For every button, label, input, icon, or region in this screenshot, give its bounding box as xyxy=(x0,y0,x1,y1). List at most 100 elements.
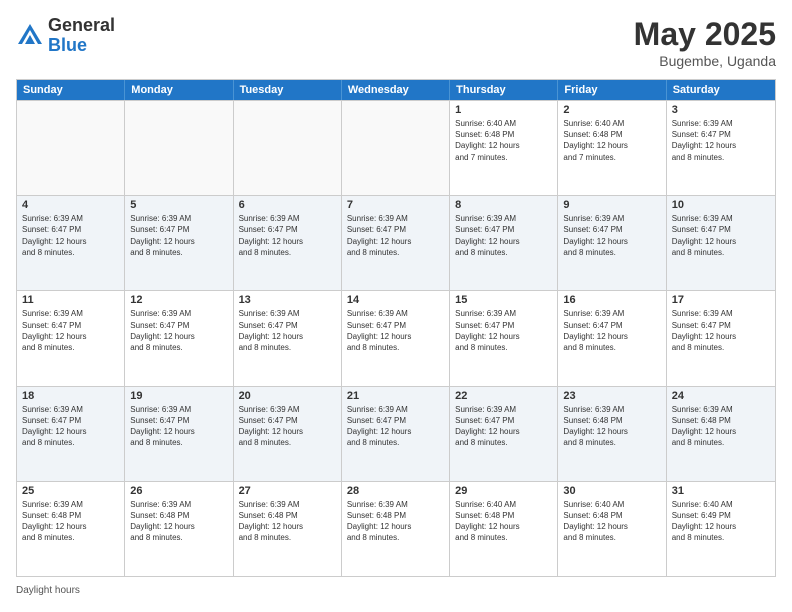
calendar-cell: 16 Sunrise: 6:39 AM Sunset: 6:47 PM Dayli… xyxy=(558,291,666,385)
day-info: Sunrise: 6:39 AM Sunset: 6:47 PM Dayligh… xyxy=(239,404,336,449)
calendar-cell: 20 Sunrise: 6:39 AM Sunset: 6:47 PM Dayli… xyxy=(234,387,342,481)
day-info: Sunrise: 6:40 AM Sunset: 6:49 PM Dayligh… xyxy=(672,499,770,544)
day-number: 11 xyxy=(22,294,119,306)
calendar-cell xyxy=(342,101,450,195)
day-info: Sunrise: 6:39 AM Sunset: 6:48 PM Dayligh… xyxy=(22,499,119,544)
day-number: 23 xyxy=(563,390,660,402)
calendar-cell: 3Sunrise: 6:39 AM Sunset: 6:47 PM Daylig… xyxy=(667,101,775,195)
day-number: 5 xyxy=(130,199,227,211)
day-info: Sunrise: 6:39 AM Sunset: 6:47 PM Dayligh… xyxy=(22,308,119,353)
logo-blue-text: Blue xyxy=(48,35,87,55)
calendar-header-cell: Wednesday xyxy=(342,80,450,100)
calendar-cell: 21Sunrise: 6:39 AM Sunset: 6:47 PM Dayli… xyxy=(342,387,450,481)
calendar-cell: 18 Sunrise: 6:39 AM Sunset: 6:47 PM Dayli… xyxy=(17,387,125,481)
day-info: Sunrise: 6:39 AM Sunset: 6:47 PM Dayligh… xyxy=(563,308,660,353)
header: General Blue May 2025 Bugembe, Uganda xyxy=(16,16,776,69)
calendar-header-cell: Friday xyxy=(558,80,666,100)
title-location: Bugembe, Uganda xyxy=(634,53,776,69)
calendar-row: 18 Sunrise: 6:39 AM Sunset: 6:47 PM Dayli… xyxy=(17,386,775,481)
day-number: 18 xyxy=(22,390,119,402)
day-info: Sunrise: 6:39 AM Sunset: 6:47 PM Dayligh… xyxy=(347,308,444,353)
logo-icon xyxy=(16,22,44,50)
day-info: Sunrise: 6:39 AM Sunset: 6:47 PM Dayligh… xyxy=(455,404,552,449)
day-info: Sunrise: 6:39 AM Sunset: 6:48 PM Dayligh… xyxy=(130,499,227,544)
day-info: Sunrise: 6:40 AM Sunset: 6:48 PM Dayligh… xyxy=(563,499,660,544)
calendar-header-cell: Monday xyxy=(125,80,233,100)
calendar-cell: 13 Sunrise: 6:39 AM Sunset: 6:47 PM Dayli… xyxy=(234,291,342,385)
calendar-row: 1 Sunrise: 6:40 AM Sunset: 6:48 PM Daylig… xyxy=(17,100,775,195)
day-number: 28 xyxy=(347,485,444,497)
calendar-header-cell: Saturday xyxy=(667,80,775,100)
day-info: Sunrise: 6:39 AM Sunset: 6:47 PM Dayligh… xyxy=(347,404,444,449)
day-number: 3 xyxy=(672,104,770,116)
calendar-cell: 30Sunrise: 6:40 AM Sunset: 6:48 PM Dayli… xyxy=(558,482,666,576)
day-number: 26 xyxy=(130,485,227,497)
day-info: Sunrise: 6:39 AM Sunset: 6:47 PM Dayligh… xyxy=(563,213,660,258)
day-number: 24 xyxy=(672,390,770,402)
day-info: Sunrise: 6:39 AM Sunset: 6:47 PM Dayligh… xyxy=(455,213,552,258)
day-info: Sunrise: 6:39 AM Sunset: 6:47 PM Dayligh… xyxy=(347,213,444,258)
calendar-cell: 12 Sunrise: 6:39 AM Sunset: 6:47 PM Dayli… xyxy=(125,291,233,385)
day-number: 8 xyxy=(455,199,552,211)
day-info: Sunrise: 6:40 AM Sunset: 6:48 PM Dayligh… xyxy=(455,499,552,544)
calendar-cell: 2 Sunrise: 6:40 AM Sunset: 6:48 PM Daylig… xyxy=(558,101,666,195)
calendar-cell: 25 Sunrise: 6:39 AM Sunset: 6:48 PM Dayli… xyxy=(17,482,125,576)
day-info: Sunrise: 6:39 AM Sunset: 6:48 PM Dayligh… xyxy=(347,499,444,544)
day-number: 4 xyxy=(22,199,119,211)
calendar-cell: 8 Sunrise: 6:39 AM Sunset: 6:47 PM Daylig… xyxy=(450,196,558,290)
title-block: May 2025 Bugembe, Uganda xyxy=(634,16,776,69)
day-number: 6 xyxy=(239,199,336,211)
day-number: 22 xyxy=(455,390,552,402)
calendar-header-cell: Thursday xyxy=(450,80,558,100)
calendar-cell: 14 Sunrise: 6:39 AM Sunset: 6:47 PM Dayli… xyxy=(342,291,450,385)
day-info: Sunrise: 6:40 AM Sunset: 6:48 PM Dayligh… xyxy=(563,118,660,163)
calendar-cell: 6 Sunrise: 6:39 AM Sunset: 6:47 PM Daylig… xyxy=(234,196,342,290)
logo-general-text: General xyxy=(48,15,115,35)
day-info: Sunrise: 6:40 AM Sunset: 6:48 PM Dayligh… xyxy=(455,118,552,163)
calendar-cell: 10Sunrise: 6:39 AM Sunset: 6:47 PM Dayli… xyxy=(667,196,775,290)
day-number: 16 xyxy=(563,294,660,306)
day-info: Sunrise: 6:39 AM Sunset: 6:47 PM Dayligh… xyxy=(455,308,552,353)
calendar-row: 25 Sunrise: 6:39 AM Sunset: 6:48 PM Dayli… xyxy=(17,481,775,576)
day-number: 15 xyxy=(455,294,552,306)
calendar-cell xyxy=(17,101,125,195)
calendar-cell: 23 Sunrise: 6:39 AM Sunset: 6:48 PM Dayli… xyxy=(558,387,666,481)
day-number: 14 xyxy=(347,294,444,306)
calendar-cell: 17 Sunrise: 6:39 AM Sunset: 6:47 PM Dayli… xyxy=(667,291,775,385)
day-number: 17 xyxy=(672,294,770,306)
calendar-header-cell: Sunday xyxy=(17,80,125,100)
day-number: 29 xyxy=(455,485,552,497)
day-number: 13 xyxy=(239,294,336,306)
day-number: 7 xyxy=(347,199,444,211)
calendar-cell: 26 Sunrise: 6:39 AM Sunset: 6:48 PM Dayli… xyxy=(125,482,233,576)
calendar-cell: 9 Sunrise: 6:39 AM Sunset: 6:47 PM Daylig… xyxy=(558,196,666,290)
calendar-header-cell: Tuesday xyxy=(234,80,342,100)
day-number: 2 xyxy=(563,104,660,116)
day-number: 20 xyxy=(239,390,336,402)
day-info: Sunrise: 6:39 AM Sunset: 6:47 PM Dayligh… xyxy=(239,308,336,353)
day-number: 19 xyxy=(130,390,227,402)
calendar-cell: 31 Sunrise: 6:40 AM Sunset: 6:49 PM Dayli… xyxy=(667,482,775,576)
day-info: Sunrise: 6:39 AM Sunset: 6:48 PM Dayligh… xyxy=(672,404,770,449)
day-info: Sunrise: 6:39 AM Sunset: 6:47 PM Dayligh… xyxy=(130,308,227,353)
calendar-cell: 11 Sunrise: 6:39 AM Sunset: 6:47 PM Dayli… xyxy=(17,291,125,385)
day-number: 12 xyxy=(130,294,227,306)
day-number: 9 xyxy=(563,199,660,211)
calendar-cell: 24 Sunrise: 6:39 AM Sunset: 6:48 PM Dayli… xyxy=(667,387,775,481)
day-info: Sunrise: 6:39 AM Sunset: 6:47 PM Dayligh… xyxy=(239,213,336,258)
footer: Daylight hours xyxy=(16,585,776,596)
calendar-row: 11 Sunrise: 6:39 AM Sunset: 6:47 PM Dayli… xyxy=(17,290,775,385)
day-number: 31 xyxy=(672,485,770,497)
calendar-cell: 27Sunrise: 6:39 AM Sunset: 6:48 PM Dayli… xyxy=(234,482,342,576)
day-info: Sunrise: 6:39 AM Sunset: 6:48 PM Dayligh… xyxy=(563,404,660,449)
day-info: Sunrise: 6:39 AM Sunset: 6:47 PM Dayligh… xyxy=(672,308,770,353)
day-number: 1 xyxy=(455,104,552,116)
calendar-cell: 1 Sunrise: 6:40 AM Sunset: 6:48 PM Daylig… xyxy=(450,101,558,195)
calendar-cell xyxy=(234,101,342,195)
title-month: May 2025 xyxy=(634,16,776,53)
day-info: Sunrise: 6:39 AM Sunset: 6:47 PM Dayligh… xyxy=(22,404,119,449)
calendar-row: 4 Sunrise: 6:39 AM Sunset: 6:47 PM Daylig… xyxy=(17,195,775,290)
day-number: 25 xyxy=(22,485,119,497)
calendar-cell: 15 Sunrise: 6:39 AM Sunset: 6:47 PM Dayli… xyxy=(450,291,558,385)
calendar-cell: 4Sunrise: 6:39 AM Sunset: 6:47 PM Daylig… xyxy=(17,196,125,290)
